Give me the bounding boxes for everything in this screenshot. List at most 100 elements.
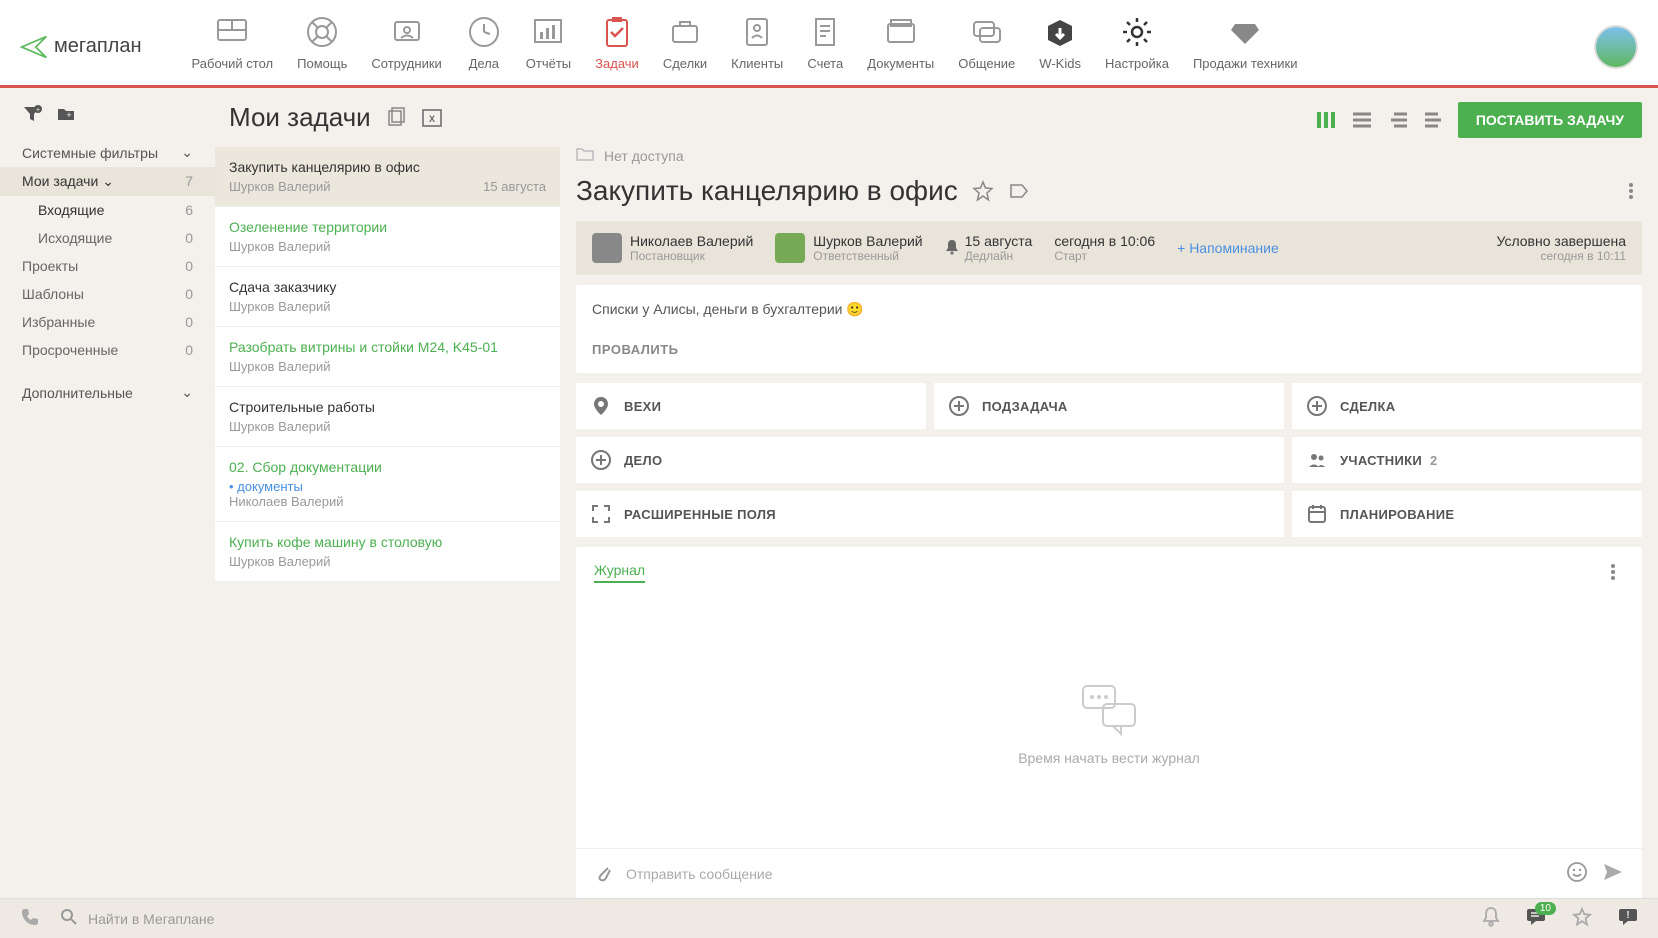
task-card-author: Шурков Валерий	[229, 419, 331, 434]
nav-settings[interactable]: Настройка	[1105, 14, 1169, 79]
messages-icon[interactable]: 10	[1526, 908, 1546, 929]
avatar	[775, 233, 805, 263]
gear-icon	[1119, 14, 1155, 50]
add-folder-icon[interactable]: +	[56, 104, 76, 124]
tag-icon[interactable]	[1008, 180, 1030, 202]
task-card[interactable]: 02. Сбор документациидокументыНиколаев В…	[215, 447, 560, 522]
global-search[interactable]	[60, 908, 1462, 929]
nav-desktop[interactable]: Рабочий стол	[192, 14, 274, 79]
copy-icon[interactable]	[385, 107, 407, 129]
task-card-author: Шурков Валерий	[229, 179, 331, 194]
filter-templates[interactable]: Шаблоны0	[0, 280, 215, 308]
filter-icon[interactable]: +	[22, 104, 42, 124]
journal-tab[interactable]: Журнал	[594, 562, 645, 583]
star-icon[interactable]	[1572, 907, 1592, 930]
filter-incoming[interactable]: Входящие6	[0, 196, 215, 224]
create-task-button[interactable]: ПОСТАВИТЬ ЗАДАЧУ	[1458, 102, 1642, 138]
bell-icon[interactable]	[1482, 907, 1500, 930]
task-card[interactable]: Купить кофе машину в столовуюШурков Вале…	[215, 522, 560, 582]
nav-wkids[interactable]: W-Kids	[1039, 14, 1081, 79]
widget-todo[interactable]: ДЕЛО	[576, 437, 1284, 483]
nav-tasks[interactable]: Задачи	[595, 14, 639, 79]
plane-icon	[20, 33, 48, 61]
nav-chat[interactable]: Общение	[958, 14, 1015, 79]
task-card-author: Шурков Валерий	[229, 554, 331, 569]
clock-icon	[466, 14, 502, 50]
compose-row	[576, 848, 1642, 898]
more-icon[interactable]	[1602, 561, 1624, 583]
widget-ext-fields[interactable]: РАСШИРЕННЫЕ ПОЛЯ	[576, 491, 1284, 537]
nav-reports[interactable]: Отчёты	[526, 14, 571, 79]
plus-circle-icon	[948, 395, 970, 417]
nav-help[interactable]: Помощь	[297, 14, 347, 79]
task-card[interactable]: Закупить канцелярию в офисШурков Валерий…	[215, 147, 560, 207]
compose-input[interactable]	[626, 866, 1552, 882]
filter-projects[interactable]: Проекты0	[0, 252, 215, 280]
task-card-title: Разобрать витрины и стойки M24, K45-01	[229, 339, 546, 355]
add-reminder-link[interactable]: + Напоминание	[1177, 240, 1279, 256]
bottom-bar: 10 !	[0, 898, 1658, 938]
task-deadline[interactable]: 15 августаДедлайн	[945, 233, 1033, 263]
task-title: Закупить канцелярию в офис	[576, 175, 958, 207]
global-search-input[interactable]	[88, 911, 1462, 927]
contacts-icon	[739, 14, 775, 50]
attach-icon[interactable]	[594, 862, 612, 885]
tasklist-header: Мои задачи X	[215, 88, 560, 147]
nav-deals-sales[interactable]: Сделки	[663, 14, 707, 79]
chat-icon	[969, 14, 1005, 50]
filter-favorites[interactable]: Избранные0	[0, 308, 215, 336]
nav-documents[interactable]: Документы	[867, 14, 934, 79]
task-assignee[interactable]: Шурков ВалерийОтветственный	[775, 233, 922, 263]
user-avatar[interactable]	[1594, 25, 1638, 69]
filter-system[interactable]: Системные фильтры⌄	[0, 138, 215, 167]
more-icon[interactable]	[1620, 180, 1642, 202]
invoice-icon	[807, 14, 843, 50]
task-creator[interactable]: Николаев ВалерийПостановщик	[592, 233, 753, 263]
task-card[interactable]: Сдача заказчикуШурков Валерий	[215, 267, 560, 327]
filter-my-tasks[interactable]: Мои задачи ⌄7	[0, 167, 215, 196]
widget-subtask[interactable]: ПОДЗАДАЧА	[934, 383, 1284, 429]
nav-employees[interactable]: Сотрудники	[371, 14, 441, 79]
widget-milestones[interactable]: ВЕХИ	[576, 383, 926, 429]
nav-invoices[interactable]: Счета	[807, 14, 843, 79]
lifebuoy-icon	[304, 14, 340, 50]
widget-participants[interactable]: УЧАСТНИКИ 2	[1292, 437, 1642, 483]
journal-empty: Время начать вести журнал	[576, 597, 1642, 848]
task-meta-bar: Николаев ВалерийПостановщик Шурков Валер…	[576, 221, 1642, 275]
widget-deal[interactable]: СДЕЛКА	[1292, 383, 1642, 429]
view-right[interactable]	[1384, 106, 1412, 134]
nav-sales-tech[interactable]: Продажи техники	[1193, 14, 1298, 79]
chat-bubbles-icon	[1077, 680, 1141, 740]
chevron-down-icon: ⌄	[181, 384, 193, 401]
chevron-down-icon: ⌄	[102, 173, 114, 189]
brand-logo[interactable]: мегаплан	[20, 33, 142, 61]
task-list: Мои задачи X Закупить канцелярию в офисШ…	[215, 88, 560, 898]
chevron-down-icon: ⌄	[181, 144, 193, 161]
plus-circle-icon	[590, 449, 612, 471]
filter-sidebar: + + Системные фильтры⌄ Мои задачи ⌄7 Вхо…	[0, 88, 215, 898]
phone-icon[interactable]	[20, 907, 40, 930]
view-list[interactable]	[1348, 106, 1376, 134]
task-card[interactable]: Разобрать витрины и стойки M24, K45-01Шу…	[215, 327, 560, 387]
filter-outgoing[interactable]: Исходящие0	[0, 224, 215, 252]
svg-text:+: +	[36, 107, 40, 114]
task-card[interactable]: Озеленение территорииШурков Валерий	[215, 207, 560, 267]
nav-deals-activities[interactable]: Дела	[466, 14, 502, 79]
emoji-icon[interactable]	[1566, 861, 1588, 886]
alert-icon[interactable]: !	[1618, 908, 1638, 929]
people-icon	[389, 14, 425, 50]
nav-clients[interactable]: Клиенты	[731, 14, 783, 79]
task-card-author: Шурков Валерий	[229, 239, 331, 254]
view-columns[interactable]	[1312, 106, 1340, 134]
widget-planning[interactable]: ПЛАНИРОВАНИЕ	[1292, 491, 1642, 537]
task-card[interactable]: Строительные работыШурков Валерий	[215, 387, 560, 447]
send-icon[interactable]	[1602, 862, 1624, 885]
fail-button[interactable]: ПРОВАЛИТЬ	[592, 342, 1626, 357]
journal-block: Журнал Время начать вести журнал	[576, 547, 1642, 898]
excel-export-icon[interactable]: X	[421, 107, 443, 129]
star-icon[interactable]	[972, 180, 994, 202]
filter-additional[interactable]: Дополнительные⌄	[0, 378, 215, 407]
filter-overdue[interactable]: Просроченные0	[0, 336, 215, 364]
view-left[interactable]	[1420, 106, 1448, 134]
task-detail: ПОСТАВИТЬ ЗАДАЧУ Нет доступа Закупить ка…	[560, 88, 1658, 898]
